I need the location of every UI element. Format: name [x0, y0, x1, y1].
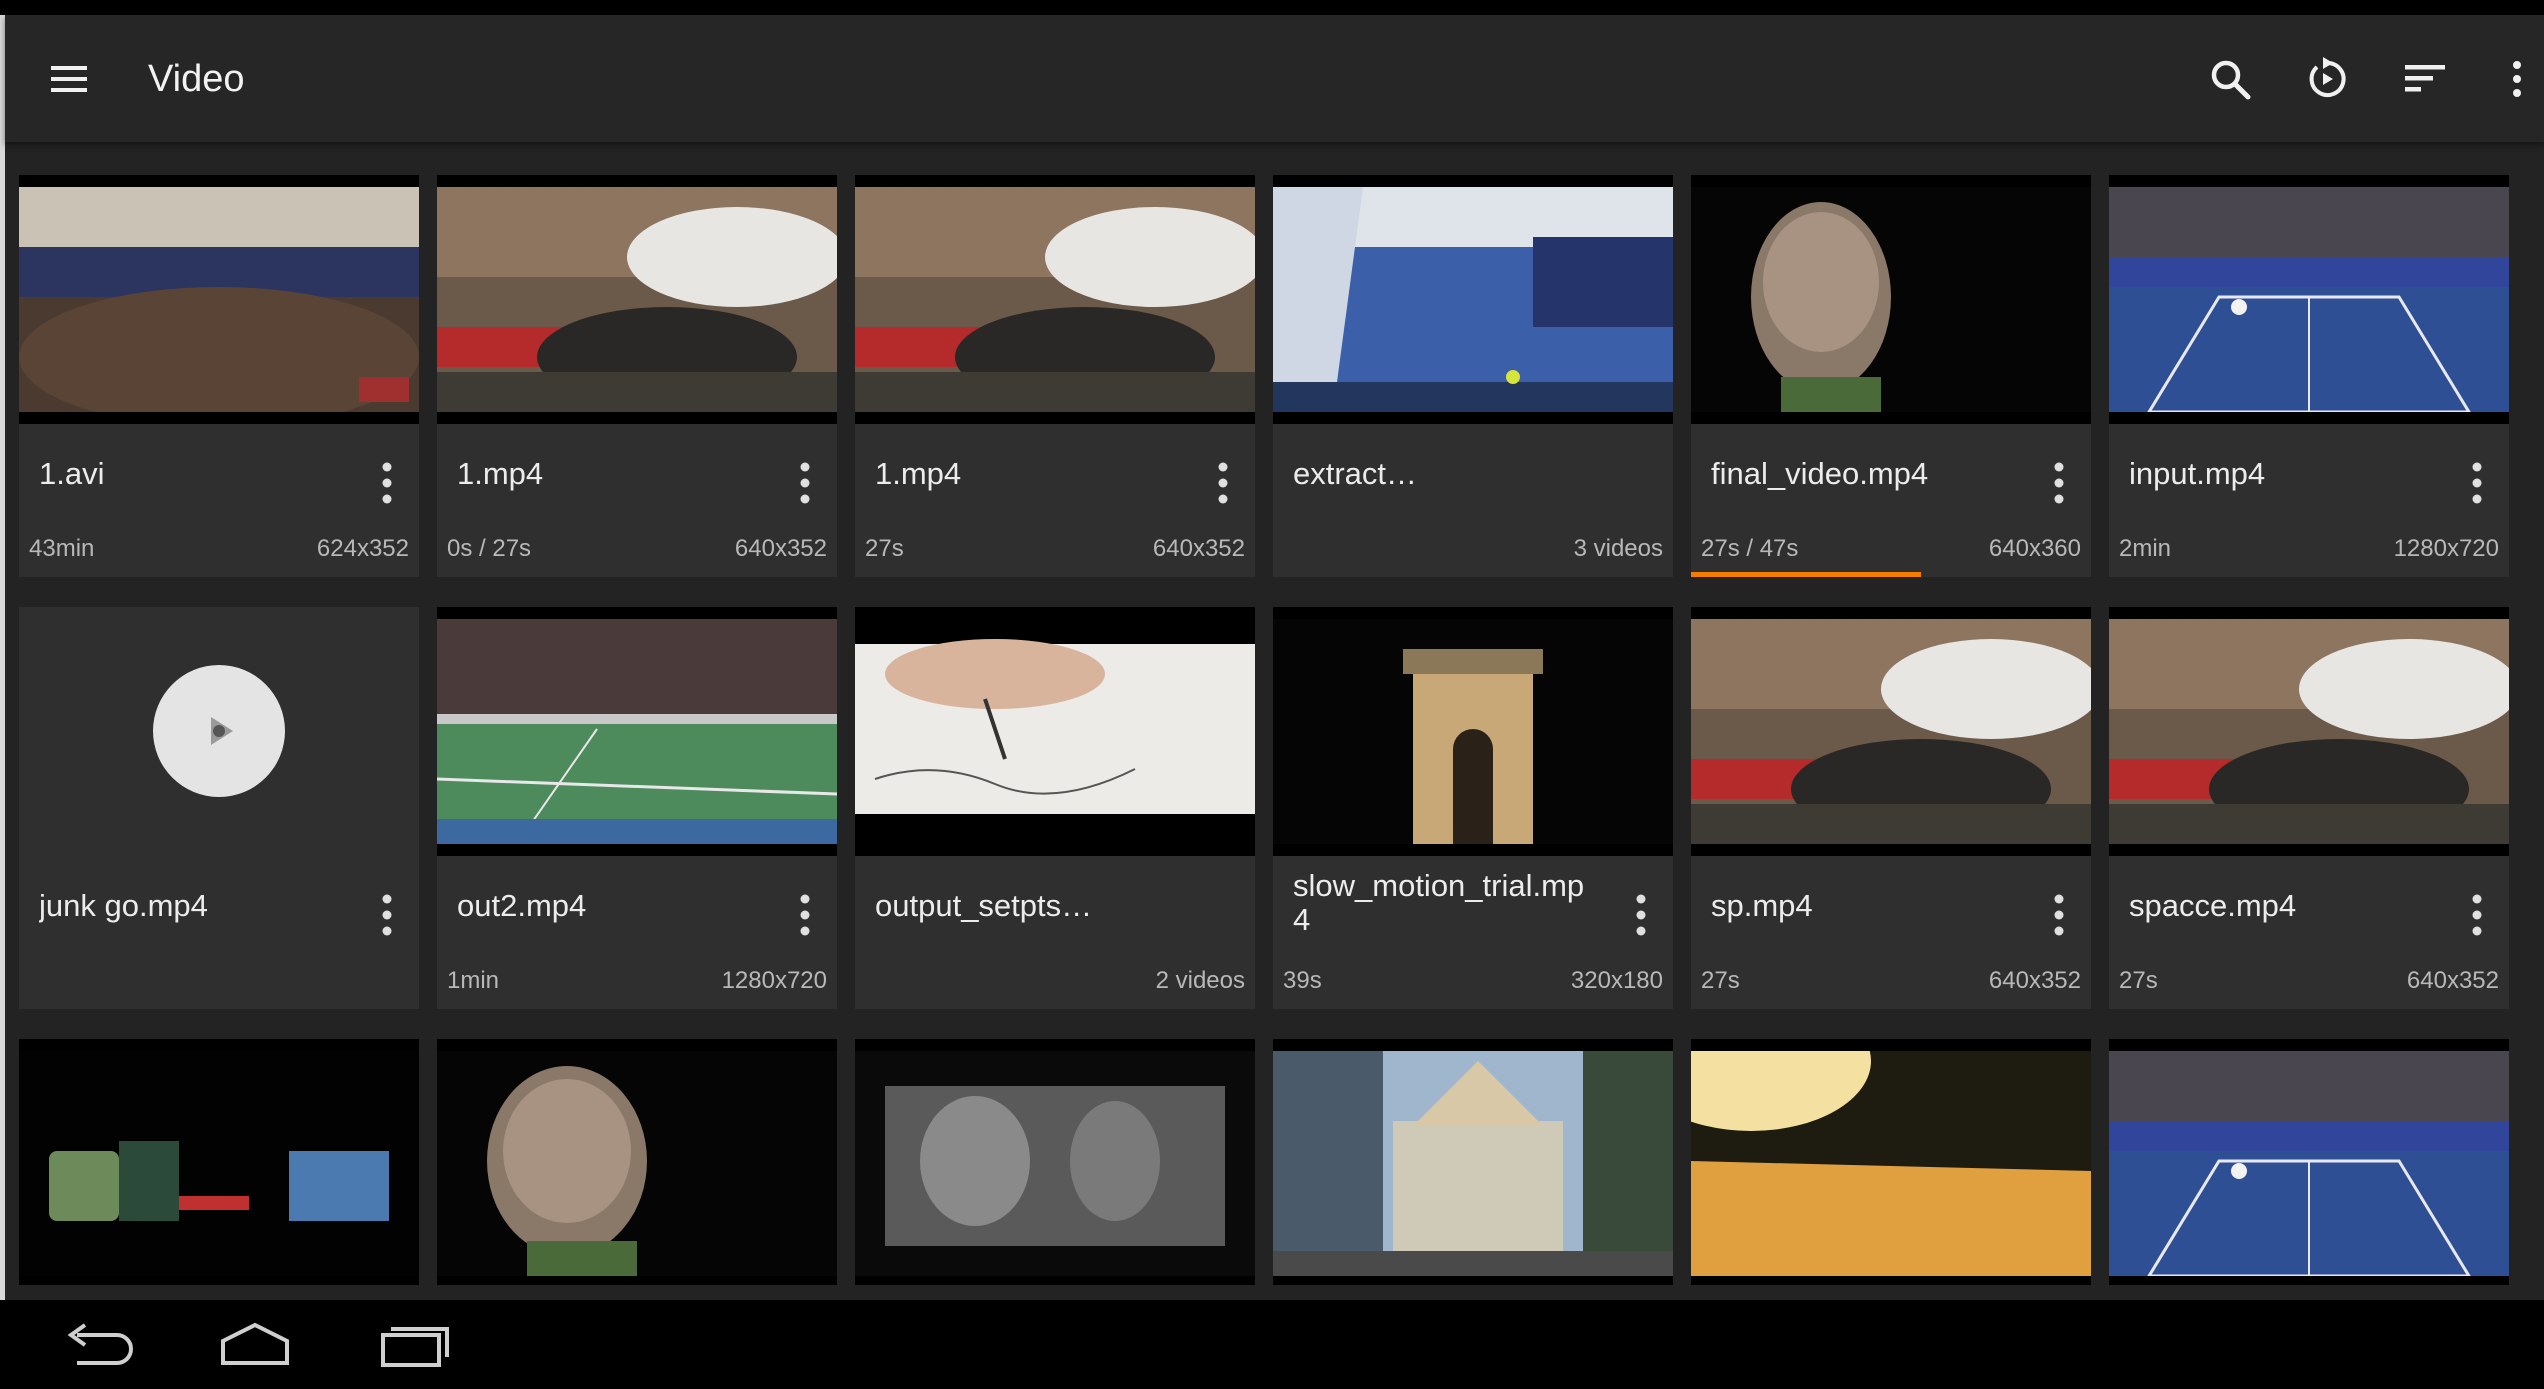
video-title: out2.mp4 — [457, 889, 587, 923]
video-duration: 0s / 27s — [447, 535, 532, 562]
video-card[interactable]: 1.mp4 0s / 27s 640x352 — [437, 175, 837, 577]
video-duration: 1min — [447, 967, 500, 994]
video-resolution: 1280x720 — [721, 967, 827, 994]
video-duration: 2min — [2119, 535, 2172, 562]
more-options-icon[interactable] — [2041, 891, 2077, 939]
video-thumbnail — [1691, 175, 2091, 424]
video-card[interactable]: slow_motion_trial.mp 4 39s 320x180 — [1273, 607, 1673, 1009]
video-resolution: 640x352 — [734, 535, 827, 562]
video-thumbnail — [19, 1039, 419, 1285]
more-options-icon[interactable] — [2041, 459, 2077, 507]
play-icon — [153, 665, 285, 797]
recents-icon[interactable] — [370, 1312, 460, 1376]
folder-card[interactable]: output_setpts… 2 videos — [855, 607, 1255, 1009]
video-card[interactable]: spacce.mp4 27s 640x352 — [2109, 607, 2509, 1009]
video-card[interactable]: 1.avi 43min 624x352 — [19, 175, 419, 577]
video-resolution: 624x352 — [316, 535, 409, 562]
video-thumbnail — [1691, 1039, 2091, 1285]
video-duration: 43min — [29, 535, 95, 562]
more-options-icon[interactable] — [787, 459, 823, 507]
video-title: 1.avi — [39, 457, 105, 491]
folder-card[interactable]: extract… 3 videos — [1273, 175, 1673, 577]
video-title: spacce.mp4 — [2129, 889, 2297, 923]
more-options-icon[interactable] — [1623, 891, 1659, 939]
video-duration: 39s — [1283, 967, 1322, 994]
video-thumbnail — [855, 607, 1255, 856]
video-thumbnail — [2109, 175, 2509, 424]
video-title: 1.mp4 — [457, 457, 544, 491]
video-thumbnail — [437, 1039, 837, 1285]
more-options-icon[interactable] — [369, 891, 405, 939]
video-resolution: 640x352 — [1988, 967, 2081, 994]
video-duration: 27s / 47s — [1701, 535, 1799, 562]
video-resolution: 640x352 — [1152, 535, 1245, 562]
video-card[interactable]: sp.mp4 27s 640x352 — [1691, 607, 2091, 1009]
sort-icon[interactable] — [2393, 47, 2457, 111]
video-title: junk go.mp4 — [39, 889, 208, 923]
video-card[interactable]: junk go.mp4 — [19, 607, 419, 1009]
folder-title: output_setpts… — [875, 889, 1093, 923]
video-title: sp.mp4 — [1711, 889, 1813, 923]
search-icon[interactable] — [2198, 47, 2262, 111]
video-resolution: 1280x720 — [2393, 535, 2499, 562]
toolbar: Video — [5, 15, 2544, 142]
video-thumbnail — [855, 1039, 1255, 1285]
video-resolution: 640x360 — [1988, 535, 2081, 562]
video-thumbnail — [437, 607, 837, 856]
video-thumbnail — [437, 175, 837, 424]
folder-title: extract… — [1293, 457, 1418, 491]
video-thumbnail-placeholder — [19, 607, 419, 856]
video-thumbnail — [2109, 607, 2509, 856]
video-card[interactable]: final_video.mp4 27s / 47s 640x360 — [1691, 175, 2091, 577]
video-card[interactable]: out2.mp4 1min 1280x720 — [437, 607, 837, 1009]
video-card[interactable] — [855, 1039, 1255, 1285]
video-grid: 1.avi 43min 624x352 1.mp4 0s / 27s 640x3… — [19, 175, 2519, 1285]
video-card[interactable] — [2109, 1039, 2509, 1285]
video-title: 1.mp4 — [875, 457, 962, 491]
navigation-bar — [0, 1300, 2544, 1389]
back-icon[interactable] — [50, 1312, 140, 1376]
watch-progress-bar — [1691, 572, 1921, 577]
more-options-icon[interactable] — [2459, 891, 2495, 939]
video-resolution: 320x180 — [1570, 967, 1663, 994]
video-thumbnail — [1273, 607, 1673, 856]
video-card[interactable]: input.mp4 2min 1280x720 — [2109, 175, 2509, 577]
video-duration: 27s — [865, 535, 904, 562]
more-vert-icon[interactable] — [2485, 47, 2544, 111]
folder-count: 2 videos — [1155, 967, 1245, 994]
refresh-icon[interactable] — [2295, 47, 2359, 111]
video-duration: 27s — [2119, 967, 2158, 994]
video-card[interactable] — [437, 1039, 837, 1285]
more-options-icon[interactable] — [787, 891, 823, 939]
video-thumbnail — [2109, 1039, 2509, 1285]
video-title: slow_motion_trial.mp 4 — [1293, 869, 1585, 937]
folder-count: 3 videos — [1573, 535, 1663, 562]
page-title: Video — [148, 58, 245, 100]
video-duration: 27s — [1701, 967, 1740, 994]
video-card[interactable] — [19, 1039, 419, 1285]
more-options-icon[interactable] — [1205, 459, 1241, 507]
status-bar — [0, 0, 2544, 15]
video-card[interactable]: 1.mp4 27s 640x352 — [855, 175, 1255, 577]
video-title: input.mp4 — [2129, 457, 2266, 491]
menu-icon[interactable] — [37, 47, 101, 111]
video-thumbnail — [1691, 607, 2091, 856]
video-thumbnail — [855, 175, 1255, 424]
video-title: final_video.mp4 — [1711, 457, 1929, 491]
home-icon[interactable] — [210, 1312, 300, 1376]
video-thumbnail — [1273, 175, 1673, 424]
video-card[interactable] — [1273, 1039, 1673, 1285]
video-thumbnail — [1273, 1039, 1673, 1285]
video-card[interactable] — [1691, 1039, 2091, 1285]
more-options-icon[interactable] — [369, 459, 405, 507]
video-thumbnail — [19, 175, 419, 424]
more-options-icon[interactable] — [2459, 459, 2495, 507]
video-resolution: 640x352 — [2406, 967, 2499, 994]
